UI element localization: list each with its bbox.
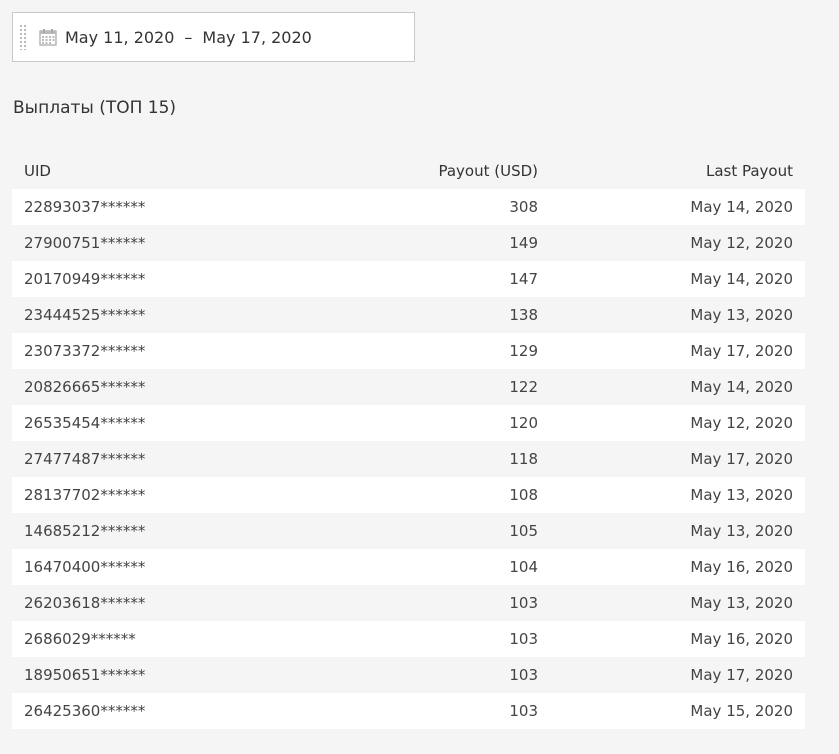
date-separator: –: [184, 27, 193, 47]
uid-cell: 16470400******: [24, 558, 146, 576]
last-payout-cell: May 17, 2020: [690, 450, 793, 468]
uid-cell: 27900751******: [24, 234, 146, 252]
last-payout-cell: May 16, 2020: [690, 630, 793, 648]
section-title: Выплаты (ТОП 15): [13, 98, 177, 118]
table-row: 26425360****** 103 May 15, 2020: [12, 693, 805, 729]
payout-cell: 103: [509, 702, 538, 720]
uid-cell: 23444525******: [24, 306, 146, 324]
last-payout-cell: May 13, 2020: [690, 522, 793, 540]
payout-cell: 118: [509, 450, 538, 468]
uid-cell: 26425360******: [24, 702, 146, 720]
table-row: 20170949****** 147 May 14, 2020: [12, 261, 805, 297]
payout-cell: 120: [509, 414, 538, 432]
payout-cell: 104: [509, 558, 538, 576]
table-row: 27900751****** 149 May 12, 2020: [12, 225, 805, 261]
uid-cell: 20170949******: [24, 270, 146, 288]
payout-cell: 308: [509, 198, 538, 216]
payout-cell: 149: [509, 234, 538, 252]
last-payout-cell: May 13, 2020: [690, 306, 793, 324]
last-payout-cell: May 16, 2020: [690, 558, 793, 576]
table-row: 2686029****** 103 May 16, 2020: [12, 621, 805, 657]
uid-cell: 22893037******: [24, 198, 146, 216]
uid-cell: 14685212******: [24, 522, 146, 540]
table-row: 14685212****** 105 May 13, 2020: [12, 513, 805, 549]
table-header: UID Payout (USD) Last Payout: [12, 153, 805, 189]
table-row: 18950651****** 103 May 17, 2020: [12, 657, 805, 693]
last-payout-cell: May 14, 2020: [690, 198, 793, 216]
date-range-picker[interactable]: May 11, 2020 – May 17, 2020: [12, 12, 415, 62]
table-row: 28137702****** 108 May 13, 2020: [12, 477, 805, 513]
uid-cell: 20826665******: [24, 378, 146, 396]
date-end: May 17, 2020: [202, 27, 312, 47]
last-payout-cell: May 17, 2020: [690, 666, 793, 684]
payout-cell: 122: [509, 378, 538, 396]
payout-cell: 103: [509, 666, 538, 684]
payout-cell: 103: [509, 594, 538, 612]
payout-cell: 105: [509, 522, 538, 540]
table-row: 23073372****** 129 May 17, 2020: [12, 333, 805, 369]
header-payout[interactable]: Payout (USD): [392, 162, 538, 180]
payout-cell: 108: [509, 486, 538, 504]
payout-cell: 147: [509, 270, 538, 288]
last-payout-cell: May 12, 2020: [690, 234, 793, 252]
payouts-table: UID Payout (USD) Last Payout 22893037***…: [12, 153, 805, 729]
drag-handle-icon[interactable]: [19, 24, 27, 50]
uid-cell: 2686029******: [24, 630, 136, 648]
table-row: 26535454****** 120 May 12, 2020: [12, 405, 805, 441]
last-payout-cell: May 17, 2020: [690, 342, 793, 360]
table-row: 23444525****** 138 May 13, 2020: [12, 297, 805, 333]
table-row: 27477487****** 118 May 17, 2020: [12, 441, 805, 477]
uid-cell: 18950651******: [24, 666, 146, 684]
payout-cell: 129: [509, 342, 538, 360]
last-payout-cell: May 15, 2020: [690, 702, 793, 720]
table-row: 22893037****** 308 May 14, 2020: [12, 189, 805, 225]
table-row: 20826665****** 122 May 14, 2020: [12, 369, 805, 405]
last-payout-cell: May 14, 2020: [690, 270, 793, 288]
table-row: 26203618****** 103 May 13, 2020: [12, 585, 805, 621]
last-payout-cell: May 14, 2020: [690, 378, 793, 396]
last-payout-cell: May 12, 2020: [690, 414, 793, 432]
date-start: May 11, 2020: [65, 27, 175, 47]
table-body: 22893037****** 308 May 14, 2020 27900751***…: [12, 189, 805, 729]
table-row: 16470400****** 104 May 16, 2020: [12, 549, 805, 585]
uid-cell: 27477487******: [24, 450, 146, 468]
uid-cell: 28137702******: [24, 486, 146, 504]
last-payout-cell: May 13, 2020: [690, 486, 793, 504]
calendar-icon: [39, 28, 57, 46]
uid-cell: 26535454******: [24, 414, 146, 432]
uid-cell: 23073372******: [24, 342, 146, 360]
payout-cell: 138: [509, 306, 538, 324]
header-last-payout[interactable]: Last Payout: [538, 162, 805, 180]
header-uid[interactable]: UID: [12, 162, 392, 180]
last-payout-cell: May 13, 2020: [690, 594, 793, 612]
payout-cell: 103: [509, 630, 538, 648]
uid-cell: 26203618******: [24, 594, 146, 612]
